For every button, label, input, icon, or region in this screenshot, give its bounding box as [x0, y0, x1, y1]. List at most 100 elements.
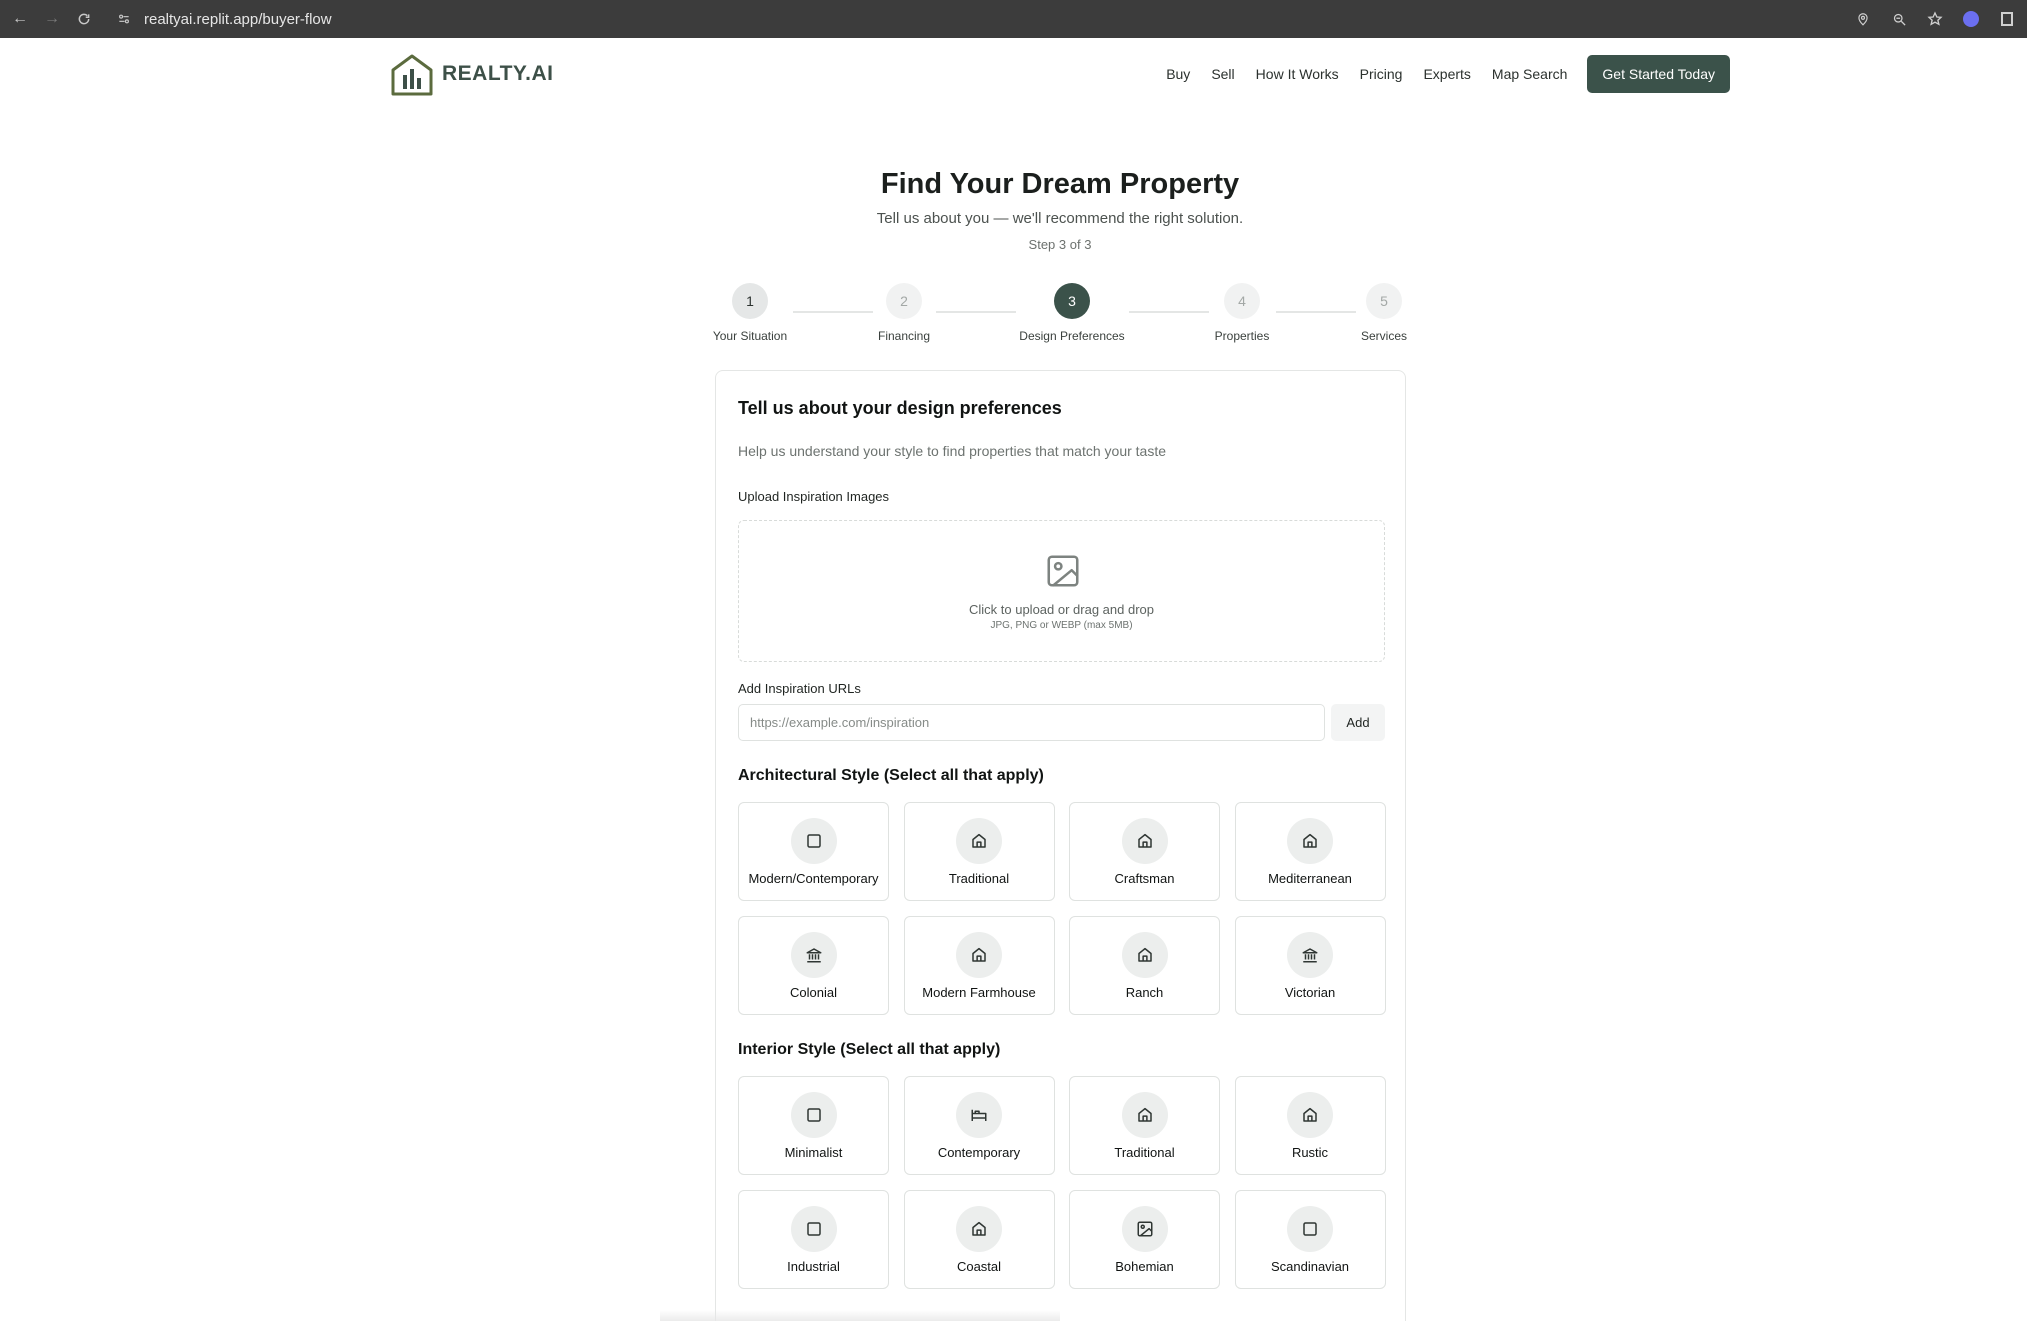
home-icon	[1287, 818, 1333, 864]
page-title: Find Your Dream Property	[880, 168, 1240, 200]
nav-how-it-works[interactable]: How It Works	[1256, 66, 1339, 82]
bookmark-star-icon[interactable]	[1925, 9, 1945, 29]
landmark-icon	[1287, 932, 1333, 978]
style-option-craftsman[interactable]: Craftsman	[1069, 802, 1220, 901]
image-icon	[1047, 555, 1079, 587]
upload-hint: JPG, PNG or WEBP (max 5MB)	[990, 620, 1133, 631]
style-option-label: Mediterranean	[1268, 871, 1352, 886]
nav-pricing[interactable]: Pricing	[1360, 66, 1403, 82]
style-option-label: Rustic	[1291, 1145, 1329, 1160]
style-option-label: Traditional	[948, 871, 1010, 886]
nav-sell[interactable]: Sell	[1211, 66, 1234, 82]
step-number: 4	[1224, 283, 1260, 319]
step-properties[interactable]: 4 Properties	[1172, 283, 1312, 343]
style-option-traditional[interactable]: Traditional	[1069, 1076, 1220, 1175]
extensions-puzzle-icon[interactable]	[1997, 9, 2017, 29]
step-your-situation[interactable]: 1 Your Situation	[680, 283, 820, 343]
style-option-contemporary[interactable]: Contemporary	[903, 1076, 1055, 1175]
step-number: 5	[1366, 283, 1402, 319]
step-label: Design Preferences	[1019, 329, 1125, 343]
step-label: Financing	[877, 329, 931, 343]
style-option-label: Scandinavian	[1270, 1259, 1350, 1274]
square-icon	[1287, 1206, 1333, 1252]
step-number: 2	[886, 283, 922, 319]
location-icon[interactable]	[1853, 9, 1873, 29]
home-icon	[1121, 818, 1168, 864]
site-info-icon[interactable]	[114, 9, 134, 29]
style-option-label: Coastal	[956, 1259, 1002, 1274]
step-design-preferences[interactable]: 3 Design Preferences	[1002, 283, 1142, 343]
style-option-traditional[interactable]: Traditional	[903, 802, 1055, 901]
style-option-bohemian[interactable]: Bohemian	[1069, 1190, 1220, 1289]
site-header: REALTY.AI Buy Sell How It Works Pricing …	[0, 38, 2027, 110]
inspiration-url-input[interactable]	[738, 704, 1325, 741]
image-upload-dropzone[interactable]: Click to upload or drag and drop JPG, PN…	[738, 520, 1385, 662]
address-bar[interactable]: realtyai.replit.app/buyer-flow	[144, 11, 332, 28]
style-option-label: Industrial	[787, 1259, 840, 1274]
logo-text: REALTY.AI	[442, 62, 554, 85]
square-icon	[790, 1206, 837, 1252]
bed-icon	[956, 1092, 1002, 1138]
page-subtitle: Tell us about you — we'll recommend the …	[876, 210, 1244, 227]
step-label: Services	[1360, 329, 1407, 343]
style-option-industrial[interactable]: Industrial	[738, 1190, 889, 1289]
style-option-label: Modern Farmhouse	[922, 985, 1036, 1000]
upload-prompt: Click to upload or drag and drop	[968, 602, 1154, 617]
forward-icon[interactable]: →	[40, 7, 64, 31]
style-option-victorian[interactable]: Victorian	[1234, 916, 1386, 1015]
architectural-style-grid: Modern/Contemporary Traditional Craftsman M…	[738, 802, 1387, 1015]
reload-icon[interactable]	[72, 7, 96, 31]
style-option-label: Contemporary	[937, 1145, 1021, 1160]
style-option-modern-farmhouse[interactable]: Modern Farmhouse	[903, 916, 1055, 1015]
design-preferences-card: Tell us about your design preferences He…	[715, 370, 1406, 1321]
style-option-label: Victorian	[1284, 985, 1336, 1000]
home-icon	[956, 932, 1002, 978]
home-icon	[1121, 932, 1168, 978]
landmark-icon	[790, 932, 837, 978]
extension-icon[interactable]	[1961, 9, 1981, 29]
architectural-style-heading: Architectural Style (Select all that app…	[738, 767, 1044, 784]
style-option-label: Bohemian	[1115, 1259, 1174, 1274]
nav-map-search[interactable]: Map Search	[1492, 66, 1567, 82]
style-option-label: Traditional	[1114, 1145, 1175, 1160]
add-url-button[interactable]: Add	[1331, 704, 1385, 741]
style-option-mediterranean[interactable]: Mediterranean	[1234, 802, 1386, 901]
nav-experts[interactable]: Experts	[1423, 66, 1470, 82]
style-option-label: Ranch	[1125, 985, 1164, 1000]
step-number: 1	[732, 283, 768, 319]
url-label: Add Inspiration URLs	[738, 681, 861, 696]
scroll-shadow	[660, 1310, 1060, 1321]
step-indicator: Step 3 of 3	[1028, 237, 1092, 252]
home-icon	[1121, 1092, 1168, 1138]
home-icon	[1287, 1092, 1333, 1138]
upload-label: Upload Inspiration Images	[738, 489, 890, 504]
main-nav: Buy Sell How It Works Pricing Experts Ma…	[1166, 55, 1730, 93]
home-icon	[956, 1206, 1002, 1252]
square-icon	[790, 818, 837, 864]
interior-style-grid: Minimalist Contemporary Traditional Rustic I…	[738, 1076, 1387, 1289]
card-title: Tell us about your design preferences	[738, 398, 1062, 418]
style-option-colonial[interactable]: Colonial	[738, 916, 889, 1015]
get-started-button[interactable]: Get Started Today	[1587, 55, 1730, 93]
back-icon[interactable]: ←	[8, 7, 32, 31]
square-icon	[790, 1092, 837, 1138]
home-icon	[956, 818, 1002, 864]
progress-stepper: 1 Your Situation 2 Financing 3 Design Pr…	[0, 283, 2027, 343]
card-description: Help us understand your style to find pr…	[738, 443, 1167, 459]
step-label: Your Situation	[712, 329, 788, 343]
style-option-label: Modern/Contemporary	[748, 871, 879, 886]
style-option-scandinavian[interactable]: Scandinavian	[1234, 1190, 1386, 1289]
style-option-label: Minimalist	[784, 1145, 843, 1160]
style-option-minimalist[interactable]: Minimalist	[738, 1076, 889, 1175]
style-option-coastal[interactable]: Coastal	[903, 1190, 1055, 1289]
style-option-label: Craftsman	[1114, 871, 1175, 886]
style-option-rustic[interactable]: Rustic	[1234, 1076, 1386, 1175]
nav-buy[interactable]: Buy	[1166, 66, 1190, 82]
step-services[interactable]: 5 Services	[1314, 283, 1454, 343]
style-option-modern-contemporary[interactable]: Modern/Contemporary	[738, 802, 889, 901]
logo[interactable]: REALTY.AI	[390, 52, 553, 96]
style-option-ranch[interactable]: Ranch	[1069, 916, 1220, 1015]
zoom-icon[interactable]	[1889, 9, 1909, 29]
step-financing[interactable]: 2 Financing	[834, 283, 974, 343]
style-option-label: Colonial	[790, 985, 837, 1000]
